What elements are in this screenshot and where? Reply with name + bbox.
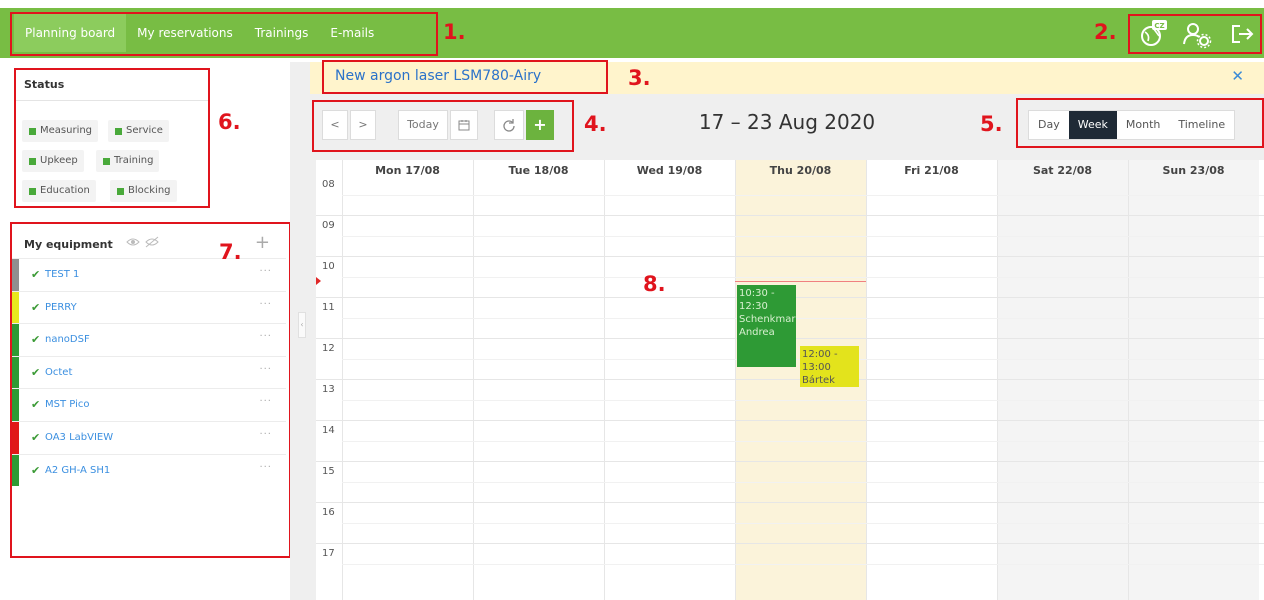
day-column[interactable] bbox=[342, 160, 473, 600]
annotation-label-5: 5. bbox=[980, 112, 1003, 136]
day-header: Sat 22/08 bbox=[1032, 164, 1093, 177]
calendar-toolbar: < > Today + 4. 17 – 23 Aug 2020 5. Day We… bbox=[310, 94, 1264, 156]
hour-label: 17 bbox=[322, 548, 335, 559]
half-hour-gridline bbox=[342, 235, 1264, 237]
top-bar: Planning board My reservations Trainings E-… bbox=[0, 0, 1264, 62]
day-column[interactable] bbox=[1128, 160, 1259, 600]
annotation-label-8: 8. bbox=[643, 272, 666, 296]
hour-label: 11 bbox=[322, 302, 335, 313]
user-settings-icon[interactable] bbox=[1182, 19, 1212, 49]
event-text: 13:00 bbox=[802, 362, 831, 374]
hour-gridline bbox=[316, 256, 1264, 257]
event-text: Bártek bbox=[802, 375, 835, 387]
annotation-label-2: 2. bbox=[1094, 20, 1117, 44]
event-text: 10:30 - bbox=[739, 287, 775, 299]
annotation-box-7 bbox=[10, 222, 291, 558]
event-text: 12:30 bbox=[739, 300, 768, 312]
annotation-box-6 bbox=[14, 68, 210, 208]
annotation-box-5 bbox=[1016, 98, 1264, 148]
current-time-marker bbox=[316, 276, 321, 285]
half-hour-gridline bbox=[342, 317, 1264, 319]
hour-label: 14 bbox=[322, 425, 335, 436]
collapse-sidebar-icon[interactable]: ‹ bbox=[298, 312, 306, 338]
annotation-label-3: 3. bbox=[628, 66, 651, 90]
left-sidebar: Status Measuring Service Upkeep Training Edu… bbox=[0, 62, 291, 600]
annotation-box-1 bbox=[10, 12, 438, 56]
hour-gridline bbox=[316, 543, 1264, 544]
annotation-label-4: 4. bbox=[584, 112, 607, 136]
user-tools: CZ bbox=[1130, 16, 1264, 52]
hour-label: 15 bbox=[322, 466, 335, 477]
day-column[interactable] bbox=[997, 160, 1128, 600]
day-header: Mon 17/08 bbox=[375, 164, 440, 177]
annotation-box-3 bbox=[322, 60, 608, 94]
annotation-box-4 bbox=[312, 100, 574, 152]
half-hour-gridline bbox=[342, 481, 1264, 483]
half-hour-gridline bbox=[342, 440, 1264, 442]
hour-label: 16 bbox=[322, 507, 335, 518]
current-time-line bbox=[735, 280, 866, 282]
annotation-label-1: 1. bbox=[443, 20, 466, 44]
day-header: Sun 23/08 bbox=[1162, 164, 1225, 177]
day-header: Fri 21/08 bbox=[904, 164, 959, 177]
hour-label: 08 bbox=[322, 179, 335, 190]
language-globe-icon[interactable]: CZ bbox=[1138, 19, 1168, 49]
language-badge: CZ bbox=[1154, 22, 1164, 30]
day-header: Wed 19/08 bbox=[636, 164, 703, 177]
half-hour-gridline bbox=[342, 522, 1264, 524]
hour-label: 09 bbox=[322, 220, 335, 231]
half-hour-gridline bbox=[342, 563, 1264, 565]
day-header: Thu 20/08 bbox=[769, 164, 832, 177]
hour-gridline bbox=[316, 461, 1264, 462]
day-column[interactable] bbox=[604, 160, 735, 600]
hour-gridline bbox=[316, 379, 1264, 380]
close-icon[interactable]: ✕ bbox=[1231, 67, 1244, 85]
half-hour-gridline bbox=[342, 194, 1264, 196]
half-hour-gridline bbox=[342, 276, 1264, 278]
event-text: Andrea bbox=[739, 326, 775, 338]
half-hour-gridline bbox=[342, 399, 1264, 401]
hour-gridline bbox=[316, 215, 1264, 216]
hour-gridline bbox=[316, 502, 1264, 503]
event-text: 12:00 - bbox=[802, 349, 838, 361]
week-calendar-grid[interactable]: Mon 17/08 Tue 18/08 Wed 19/08 Thu 20/08 Fri … bbox=[316, 160, 1264, 600]
logout-icon[interactable] bbox=[1228, 19, 1258, 49]
annotation-label-7: 7. bbox=[219, 240, 242, 264]
hour-label: 12 bbox=[322, 343, 335, 354]
hour-label: 10 bbox=[322, 261, 335, 272]
annotation-label-6: 6. bbox=[218, 110, 241, 134]
day-header: Tue 18/08 bbox=[508, 164, 569, 177]
main-content: New argon laser LSM780-Airy ✕ 3. < > Tod… bbox=[310, 60, 1264, 600]
reservation-event[interactable]: 12:00 -13:00 Bártek bbox=[800, 346, 859, 388]
reservation-event[interactable]: 10:30 -12:30 Schenkmar Andrea bbox=[737, 284, 796, 367]
day-column[interactable] bbox=[473, 160, 604, 600]
day-column[interactable] bbox=[866, 160, 997, 600]
hour-gridline bbox=[316, 420, 1264, 421]
hour-label: 13 bbox=[322, 384, 335, 395]
event-text: Schenkmar bbox=[739, 313, 796, 325]
